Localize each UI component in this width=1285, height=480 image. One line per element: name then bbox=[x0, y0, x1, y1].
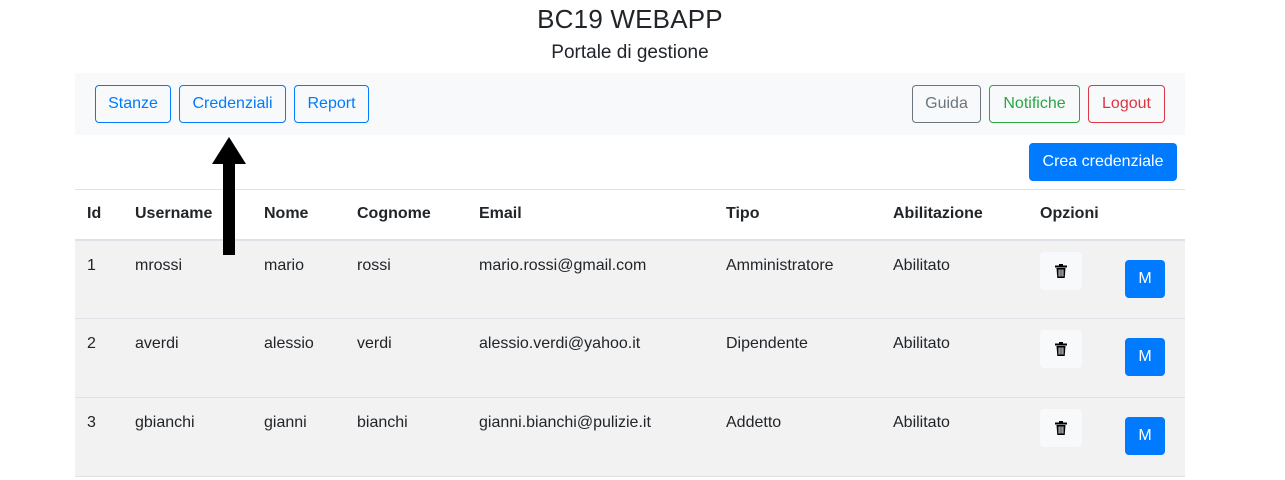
navbar: Stanze Credenziali Report Guida Notifich… bbox=[75, 73, 1185, 135]
create-credential-button[interactable]: Crea credenziale bbox=[1029, 143, 1177, 181]
modify-button[interactable]: M bbox=[1125, 417, 1165, 455]
cell-tipo: Addetto bbox=[714, 397, 881, 477]
cell-tipo: Amministratore bbox=[714, 239, 881, 319]
delete-button[interactable] bbox=[1040, 409, 1082, 447]
trash-icon bbox=[1055, 263, 1067, 278]
col-id: Id bbox=[75, 189, 123, 241]
cell-email: alessio.verdi@yahoo.it bbox=[467, 318, 714, 398]
cell-id: 3 bbox=[75, 397, 123, 477]
cell-username: gbianchi bbox=[123, 397, 252, 477]
cell-nome: alessio bbox=[252, 318, 345, 398]
cell-tipo: Dipendente bbox=[714, 318, 881, 398]
cell-id: 1 bbox=[75, 239, 123, 319]
nav-credenziali-button[interactable]: Credenziali bbox=[179, 85, 286, 123]
cell-email: gianni.bianchi@pulizie.it bbox=[467, 397, 714, 477]
trash-icon bbox=[1055, 342, 1067, 356]
cell-cognome: bianchi bbox=[345, 397, 467, 477]
cell-abilitazione: Abilitato bbox=[881, 397, 1028, 477]
cell-abilitazione: Abilitato bbox=[881, 318, 1028, 398]
col-tipo: Tipo bbox=[714, 189, 881, 241]
col-cognome: Cognome bbox=[345, 189, 467, 241]
cell-nome: mario bbox=[252, 239, 345, 319]
nav-logout-button[interactable]: Logout bbox=[1088, 85, 1165, 123]
modify-button[interactable]: M bbox=[1125, 338, 1165, 376]
app-title: BC19 WEBAPP bbox=[537, 4, 723, 34]
nav-notifiche-button[interactable]: Notifiche bbox=[989, 85, 1080, 123]
col-nome: Nome bbox=[252, 189, 345, 241]
cell-cognome: rossi bbox=[345, 239, 467, 319]
col-abilitazione: Abilitazione bbox=[881, 189, 1028, 241]
modify-button[interactable]: M bbox=[1125, 259, 1165, 298]
cell-cognome: verdi bbox=[345, 318, 467, 398]
cell-opzioni: M bbox=[1028, 397, 1185, 477]
table-row: 3 gbianchi gianni bianchi gianni.bianchi… bbox=[75, 397, 1185, 477]
cell-opzioni: M bbox=[1028, 318, 1185, 398]
app-subtitle: Portale di gestione bbox=[551, 42, 709, 63]
cell-opzioni: M bbox=[1028, 239, 1185, 319]
cell-email: mario.rossi@gmail.com bbox=[467, 239, 714, 319]
nav-stanze-button[interactable]: Stanze bbox=[95, 85, 171, 123]
delete-button[interactable] bbox=[1040, 330, 1082, 368]
cell-abilitazione: Abilitato bbox=[881, 239, 1028, 319]
nav-guida-button[interactable]: Guida bbox=[912, 85, 981, 123]
delete-button[interactable] bbox=[1040, 251, 1082, 290]
cell-username: averdi bbox=[123, 318, 252, 398]
arrow-up-icon bbox=[212, 137, 246, 255]
table-row: 2 averdi alessio verdi alessio.verdi@yah… bbox=[75, 318, 1185, 398]
col-opzioni: Opzioni bbox=[1028, 189, 1185, 241]
cell-id: 2 bbox=[75, 318, 123, 398]
col-email: Email bbox=[467, 189, 714, 241]
nav-report-button[interactable]: Report bbox=[294, 85, 369, 123]
cell-nome: gianni bbox=[252, 397, 345, 477]
trash-icon bbox=[1055, 421, 1067, 435]
